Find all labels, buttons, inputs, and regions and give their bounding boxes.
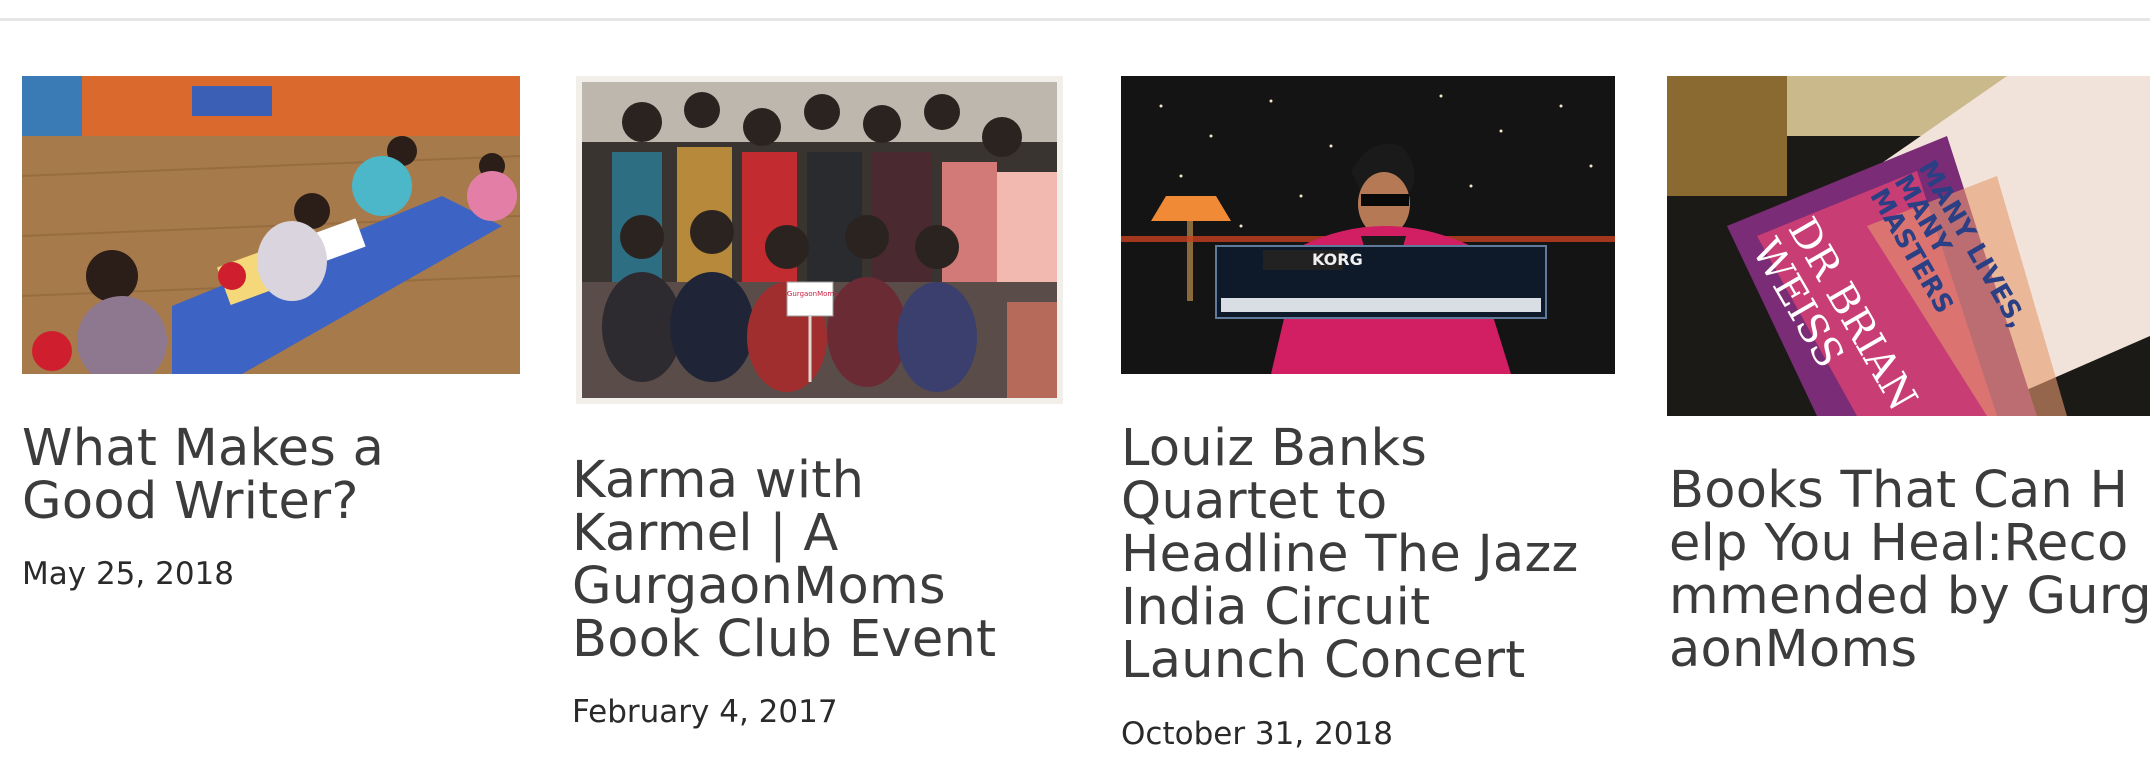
- post-date: May 25, 2018: [22, 556, 234, 592]
- post-card-books-that-heal[interactable]: MANY LIVES, MANY MASTERS DR BRIAN WEISS …: [1650, 0, 2150, 767]
- post-date: February 4, 2017: [572, 694, 838, 730]
- sign-text: GurgaonMoms: [787, 290, 838, 298]
- post-thumbnail[interactable]: [22, 76, 520, 374]
- post-title[interactable]: Karma with Karmel | A GurgaonMoms Book C…: [572, 454, 1042, 666]
- post-card-good-writer[interactable]: What Makes a Good Writer? May 25, 2018: [0, 0, 540, 767]
- post-title[interactable]: Louiz Banks Quartet to Headline The Jazz…: [1121, 422, 1611, 687]
- post-thumbnail[interactable]: MANY LIVES, MANY MASTERS DR BRIAN WEISS: [1667, 76, 2150, 416]
- post-date: October 31, 2018: [1121, 716, 1393, 752]
- post-card-karma-with-karmel[interactable]: GurgaonMoms Karma with Karmel | A Gurgao…: [550, 0, 1090, 767]
- post-title[interactable]: Books That Can Help You Heal:Recommended…: [1669, 464, 2150, 676]
- post-title[interactable]: What Makes a Good Writer?: [22, 422, 482, 528]
- post-thumbnail[interactable]: KORG: [1121, 76, 1615, 374]
- keyboard-brand: KORG: [1312, 250, 1363, 269]
- post-thumbnail[interactable]: GurgaonMoms: [576, 76, 1063, 404]
- post-card-louiz-banks[interactable]: KORG Louiz Banks Quartet to Headline The…: [1100, 0, 1640, 767]
